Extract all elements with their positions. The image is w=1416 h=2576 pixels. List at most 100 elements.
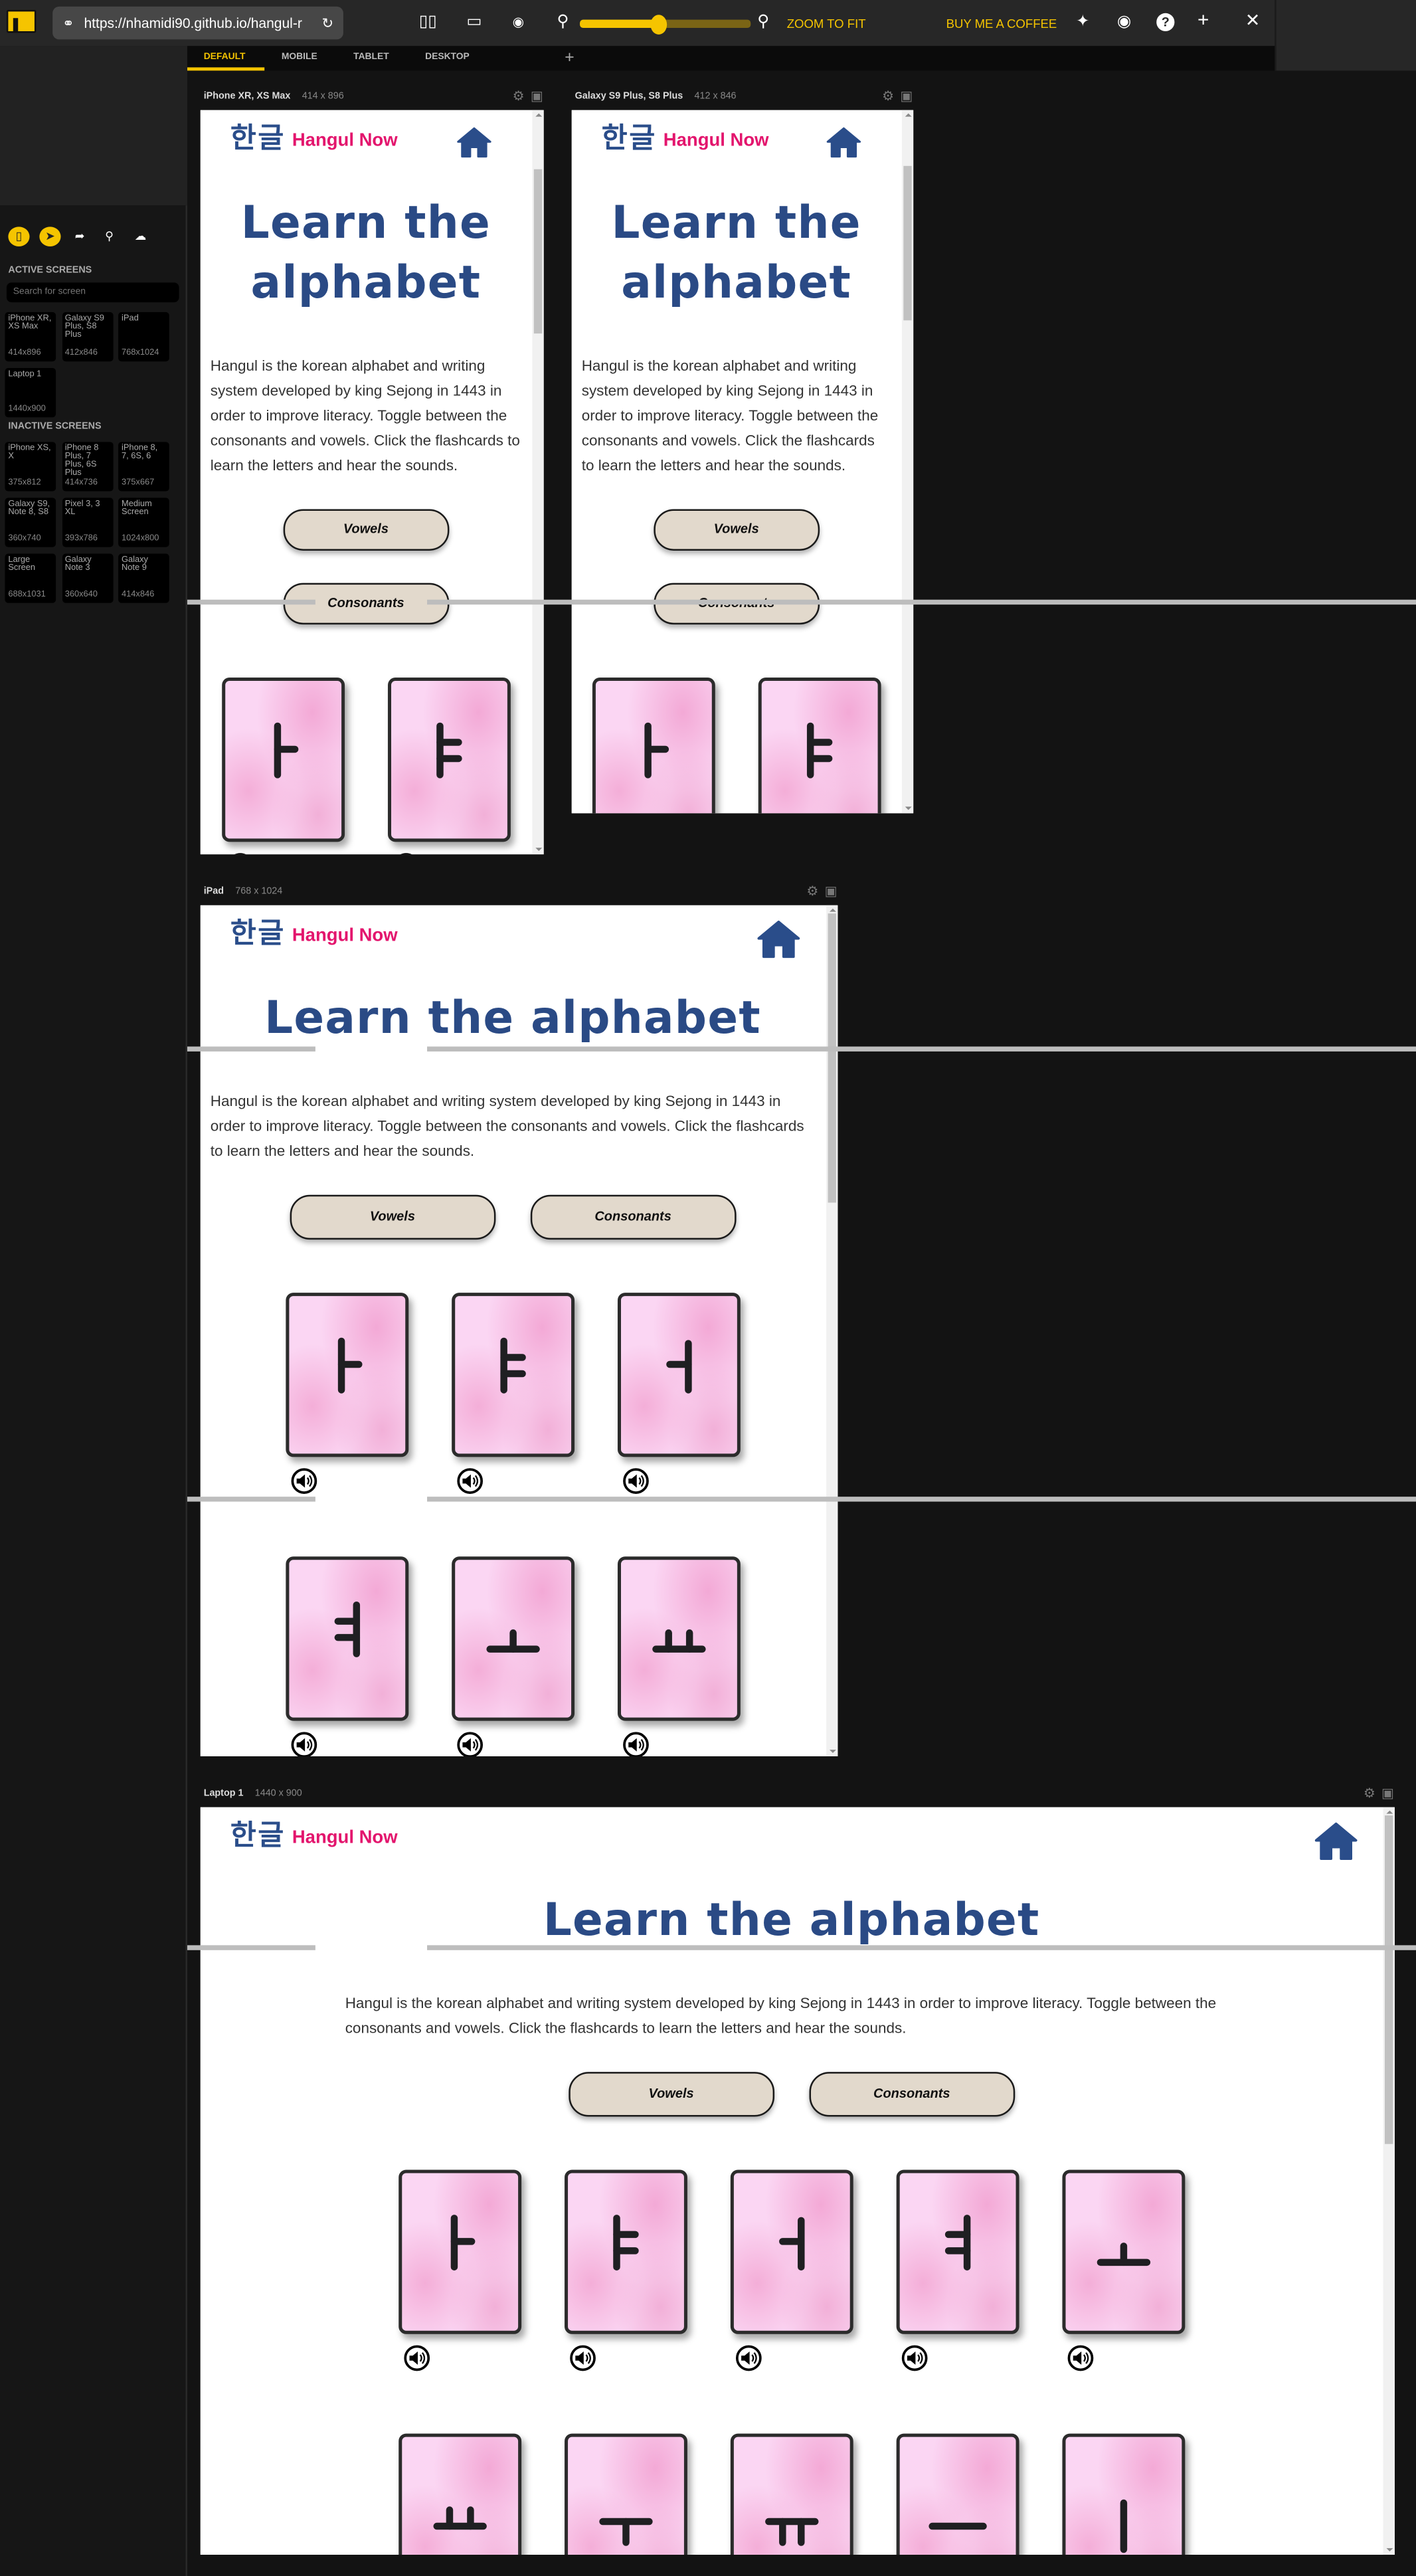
home-icon[interactable] (757, 920, 800, 958)
scroll-up-arrow-icon[interactable] (535, 114, 541, 117)
camera-icon[interactable]: ▣ (1381, 1786, 1394, 1800)
flashcard[interactable] (617, 1556, 740, 1720)
camera-icon[interactable]: ▣ (531, 89, 543, 104)
scroll-up-arrow-icon[interactable] (829, 909, 836, 912)
screen-tile[interactable]: Laptop 11440x900 (5, 368, 56, 417)
vertical-scrollbar[interactable] (826, 905, 838, 1756)
scroll-down-arrow-icon[interactable] (535, 848, 541, 851)
flashcard[interactable] (592, 678, 715, 813)
flashcard[interactable] (730, 2434, 853, 2555)
screen-tile[interactable]: Large Screen688x1031 (5, 554, 56, 603)
screen-tile[interactable]: Medium Screen1024x800 (118, 498, 169, 547)
camera-icon[interactable]: ▣ (825, 884, 838, 899)
sound-icon[interactable] (735, 2345, 762, 2371)
zoom-slider-knob[interactable] (650, 14, 667, 34)
screen-tile[interactable]: Galaxy S9, Note 8, S8360x740 (5, 498, 56, 547)
sound-icon[interactable] (456, 1732, 483, 1756)
zoom-in-icon[interactable]: ⚲ (757, 13, 769, 33)
device-screen[interactable]: 한글 Hangul Now Learn the alphabet Hangul … (201, 905, 838, 1756)
vowels-button[interactable]: Vowels (290, 1195, 495, 1240)
screen-tile[interactable]: iPhone XR, XS Max414x896 (5, 312, 56, 361)
twitter-icon[interactable]: ✦ (1076, 13, 1090, 33)
flashcard[interactable] (564, 2434, 687, 2555)
gear-icon[interactable]: ⚙ (513, 89, 525, 104)
screen-tile[interactable]: Galaxy S9 Plus, S8 Plus412x846 (62, 312, 113, 361)
screen-tile[interactable]: iPhone 8, 7, 6S, 6375x667 (118, 442, 169, 491)
zoom-slider[interactable] (580, 20, 751, 28)
vertical-scrollbar[interactable] (532, 110, 543, 854)
device-screen[interactable]: 한글 Hangul Now Learn the alphabet Hangul … (572, 110, 913, 814)
scroll-up-arrow-icon[interactable] (1385, 1811, 1392, 1814)
tab-default[interactable]: DEFAULT (204, 46, 262, 70)
sound-icon[interactable] (456, 1468, 483, 1495)
screenshot-icon[interactable]: ◉ (513, 13, 524, 33)
sound-icon[interactable] (393, 853, 419, 855)
sound-icon[interactable] (1067, 2345, 1093, 2371)
vowels-button[interactable]: Vowels (283, 509, 449, 550)
scroll-down-arrow-icon[interactable] (1385, 2548, 1392, 2551)
flashcard[interactable] (452, 1293, 575, 1457)
consonants-button[interactable]: Consonants (530, 1195, 736, 1240)
device-toggle-icon[interactable]: ▯ (8, 227, 29, 246)
gear-icon[interactable]: ⚙ (806, 884, 818, 899)
help-icon[interactable]: ? (1156, 13, 1174, 31)
device-screen[interactable]: 한글 Hangul Now Learn the alphabet Hangul … (201, 110, 544, 854)
flashcard[interactable] (387, 678, 510, 842)
scrollbar-thumb[interactable] (1385, 1815, 1393, 2144)
url-text[interactable]: https://nhamidi90.github.io/hangul-r (84, 15, 302, 31)
inspect-cursor-icon[interactable]: ➦ (69, 227, 90, 246)
screen-tile[interactable]: Pixel 3, 3 XL393x786 (62, 498, 113, 547)
flashcard[interactable] (222, 678, 345, 842)
cloud-download-icon[interactable]: ☁ (130, 227, 151, 246)
flashcard[interactable] (286, 1293, 408, 1457)
buy-me-a-coffee-link[interactable]: BUY ME A COFFEE (946, 17, 1057, 31)
search-icon[interactable]: ⚲ (98, 227, 120, 246)
screen-search-input[interactable] (7, 282, 179, 302)
sound-icon[interactable] (403, 2345, 430, 2371)
flashcard[interactable] (896, 2169, 1019, 2334)
screen-tile[interactable]: iPhone 8 Plus, 7 Plus, 6S Plus414x736 (62, 442, 113, 491)
home-icon[interactable] (1314, 1822, 1358, 1860)
tab-mobile[interactable]: MOBILE (282, 46, 334, 70)
sound-icon[interactable] (569, 2345, 596, 2371)
vertical-scrollbar[interactable] (902, 110, 913, 814)
github-icon[interactable]: ◉ (1117, 13, 1132, 33)
sync-click-icon[interactable]: ➤ (39, 227, 60, 246)
tab-tablet[interactable]: TABLET (353, 46, 405, 70)
close-icon[interactable]: ✕ (1245, 11, 1261, 31)
sound-icon[interactable] (901, 2345, 928, 2371)
sound-icon[interactable] (226, 853, 253, 855)
brand-logo[interactable]: 한글 Hangul Now (602, 115, 769, 155)
tab-desktop[interactable]: DESKTOP (425, 46, 486, 70)
brand-logo[interactable]: 한글 Hangul Now (230, 910, 398, 951)
zoom-to-fit-button[interactable]: ZOOM TO FIT (787, 17, 866, 31)
plus-icon[interactable]: + (1197, 10, 1209, 30)
screen-tile[interactable]: Galaxy Note 9414x846 (118, 554, 169, 603)
vowels-button[interactable]: Vowels (569, 2072, 774, 2116)
refresh-icon[interactable]: ↻ (321, 14, 333, 32)
brand-logo[interactable]: 한글 Hangul Now (230, 1812, 398, 1853)
flashcard[interactable] (730, 2169, 853, 2334)
flashcard[interactable] (564, 2169, 687, 2334)
flashcard[interactable] (1062, 2434, 1185, 2555)
scrollbar-thumb[interactable] (903, 166, 911, 321)
scrollbar-thumb[interactable] (828, 914, 836, 1204)
layout-columns-icon[interactable]: ▯▯ (419, 13, 437, 33)
vertical-scrollbar[interactable] (1383, 1807, 1395, 2555)
flashcard[interactable] (398, 2169, 521, 2334)
scroll-up-arrow-icon[interactable] (905, 114, 911, 117)
camera-icon[interactable]: ▣ (900, 89, 913, 104)
scroll-down-arrow-icon[interactable] (829, 1750, 836, 1753)
sound-icon[interactable] (290, 1468, 317, 1495)
flashcard[interactable] (617, 1293, 740, 1457)
device-screen[interactable]: 한글 Hangul Now Learn the alphabet Hangul … (201, 1807, 1395, 2555)
single-screen-icon[interactable]: ▭ (466, 13, 482, 33)
screen-tile[interactable]: Galaxy Note 3360x640 (62, 554, 113, 603)
flashcard[interactable] (896, 2434, 1019, 2555)
home-icon[interactable] (457, 127, 491, 158)
flashcard[interactable] (286, 1556, 408, 1720)
scrollbar-thumb[interactable] (534, 169, 542, 333)
screen-tile[interactable]: iPhone XS, X375x812 (5, 442, 56, 491)
sound-icon[interactable] (290, 1732, 317, 1756)
add-tab-icon[interactable]: + (565, 49, 574, 67)
